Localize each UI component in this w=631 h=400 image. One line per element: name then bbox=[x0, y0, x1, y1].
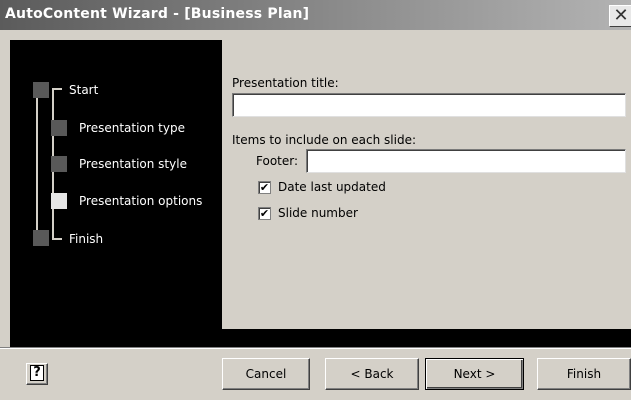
options-panel: Presentation title: Items to include on … bbox=[222, 40, 631, 329]
items-to-include-label: Items to include on each slide: bbox=[232, 133, 417, 147]
step-box-presentation-style bbox=[51, 156, 67, 172]
step-box-presentation-options bbox=[51, 193, 67, 209]
slide-number-label[interactable]: Slide number bbox=[278, 206, 358, 220]
footer-input[interactable] bbox=[306, 149, 626, 173]
finish-button[interactable]: Finish bbox=[537, 358, 631, 390]
step-box-start bbox=[33, 82, 49, 98]
step-label-presentation-type[interactable]: Presentation type bbox=[79, 121, 185, 135]
help-icon: ? bbox=[30, 365, 44, 381]
close-icon[interactable]: ✕ bbox=[609, 5, 631, 27]
title-bar[interactable]: AutoContent Wizard - [Business Plan] ✕ bbox=[0, 0, 631, 30]
step-label-finish[interactable]: Finish bbox=[69, 232, 103, 246]
presentation-title-input[interactable] bbox=[232, 93, 626, 117]
step-label-start[interactable]: Start bbox=[69, 83, 98, 97]
tree-connector-line bbox=[36, 90, 38, 240]
step-label-presentation-options[interactable]: Presentation options bbox=[79, 194, 202, 208]
slide-number-checkbox[interactable]: ✔ bbox=[258, 207, 271, 220]
presentation-title-label: Presentation title: bbox=[232, 76, 339, 90]
cancel-button[interactable]: Cancel bbox=[222, 358, 310, 390]
back-button[interactable]: < Back bbox=[325, 358, 419, 390]
autocontent-wizard-dialog: AutoContent Wizard - [Business Plan] ✕ S… bbox=[0, 0, 631, 400]
step-label-presentation-style[interactable]: Presentation style bbox=[79, 157, 187, 171]
button-separator bbox=[0, 347, 631, 349]
footer-label: Footer: bbox=[256, 154, 299, 168]
window-title: AutoContent Wizard - [Business Plan] bbox=[5, 6, 310, 22]
date-last-updated-label[interactable]: Date last updated bbox=[278, 180, 386, 194]
step-box-finish bbox=[33, 230, 49, 246]
help-button[interactable]: ? bbox=[26, 363, 48, 385]
tree-connector-line bbox=[52, 88, 62, 90]
date-last-updated-checkbox[interactable]: ✔ bbox=[258, 181, 271, 194]
step-box-presentation-type bbox=[51, 120, 67, 136]
tree-connector-line bbox=[52, 238, 62, 240]
next-button[interactable]: Next > bbox=[425, 358, 524, 390]
